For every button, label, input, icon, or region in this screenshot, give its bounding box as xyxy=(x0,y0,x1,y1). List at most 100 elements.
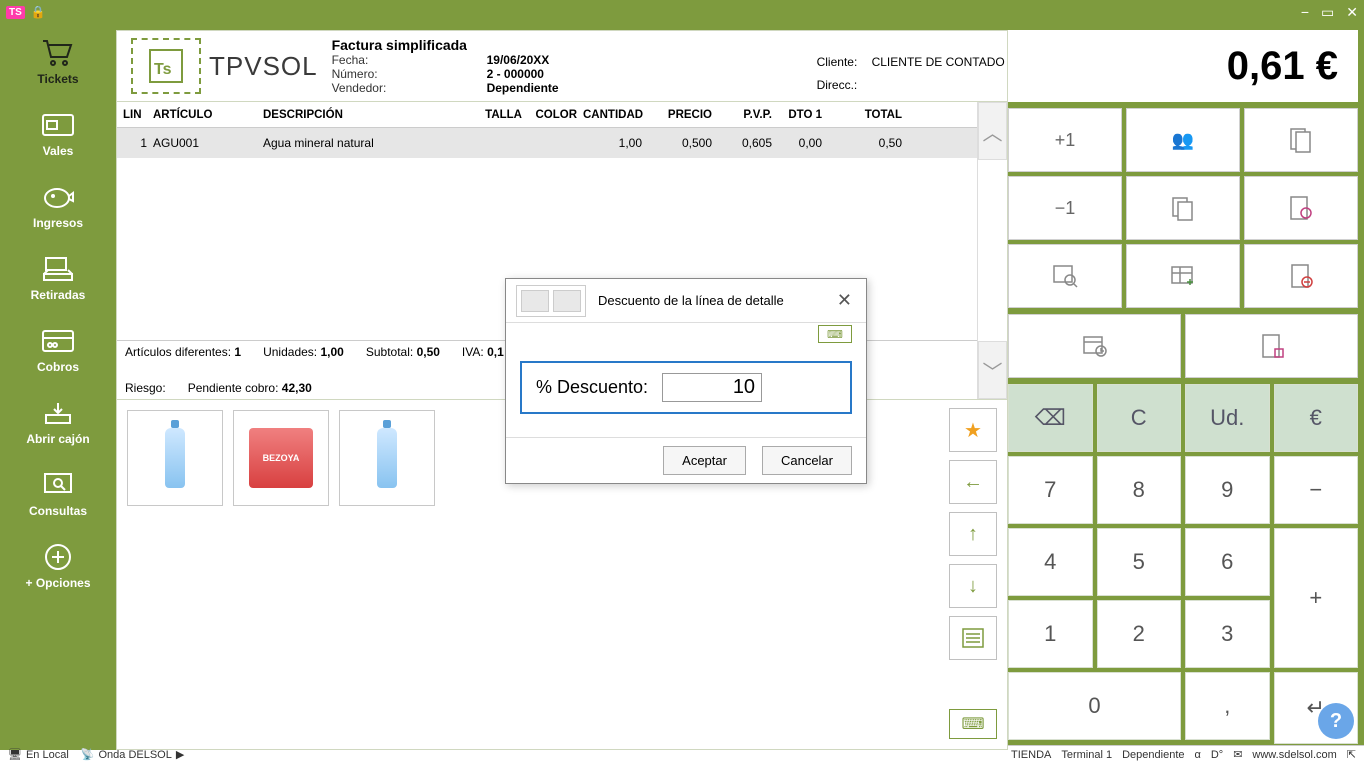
col-articulo: ARTÍCULO xyxy=(153,109,263,121)
total-value: 0,61 € xyxy=(1227,44,1338,89)
drawer-icon xyxy=(40,398,76,428)
modal-close-button[interactable]: ✕ xyxy=(833,290,856,311)
unit-button[interactable]: Ud. xyxy=(1185,384,1270,452)
register-icon xyxy=(40,254,76,284)
status-local: En Local xyxy=(26,749,69,761)
key-0[interactable]: 0 xyxy=(1008,672,1181,740)
key-2[interactable]: 2 xyxy=(1097,600,1182,668)
search-icon xyxy=(40,470,76,500)
arrow-up-button[interactable]: ↑ xyxy=(949,512,997,556)
clear-button[interactable]: C xyxy=(1097,384,1182,452)
sidebar-item-label: Abrir cajón xyxy=(26,432,89,446)
sidebar-item-consultas[interactable]: Consultas xyxy=(0,470,116,518)
key-7[interactable]: 7 xyxy=(1008,456,1093,524)
numero-value: 2 - 000000 xyxy=(487,67,817,81)
sidebar-item-label: Cobros xyxy=(37,360,79,374)
scroll-down-button[interactable]: ﹀ xyxy=(978,341,1007,399)
key-8[interactable]: 8 xyxy=(1097,456,1182,524)
key-1[interactable]: 1 xyxy=(1008,600,1093,668)
list-button[interactable] xyxy=(949,616,997,660)
title-bar: TS 🔒 − ▭ ✕ xyxy=(0,0,1364,24)
receipt-detail-button[interactable] xyxy=(1185,314,1358,378)
receipt-customer-button[interactable] xyxy=(1244,176,1358,240)
external-icon[interactable]: ⇱ xyxy=(1347,748,1356,761)
receipt-cancel-button[interactable] xyxy=(1244,244,1358,308)
discount-input[interactable] xyxy=(662,373,762,402)
numero-label: Número: xyxy=(332,67,378,81)
cell-cantidad: 1,00 xyxy=(583,136,648,150)
product-item[interactable] xyxy=(339,410,435,506)
customers-button[interactable]: 👥 xyxy=(1126,108,1240,172)
backspace-button[interactable]: ⌫ xyxy=(1008,384,1093,452)
key-9[interactable]: 9 xyxy=(1185,456,1270,524)
list-view-icon[interactable] xyxy=(553,290,581,312)
sidebar-item-ingresos[interactable]: Ingresos xyxy=(0,182,116,230)
card-icon xyxy=(40,326,76,356)
table-add-button[interactable] xyxy=(1126,244,1240,308)
minus-one-button[interactable]: −1 xyxy=(1008,176,1122,240)
key-3[interactable]: 3 xyxy=(1185,600,1270,668)
lock-icon: 🔒 xyxy=(31,5,46,19)
col-cantidad: CANTIDAD xyxy=(583,109,648,121)
cart-icon xyxy=(40,38,76,68)
key-4[interactable]: 4 xyxy=(1008,528,1093,596)
iva-value: 0,1 xyxy=(487,345,504,359)
sidebar-item-opciones[interactable]: + Opciones xyxy=(0,542,116,590)
product-item[interactable] xyxy=(127,410,223,506)
monitor-icon: 🖥 xyxy=(8,748,22,761)
keyboard-icon[interactable]: ⌨ xyxy=(818,325,852,343)
key-5[interactable]: 5 xyxy=(1097,528,1182,596)
copy-button[interactable] xyxy=(1126,176,1240,240)
sidebar-item-vales[interactable]: Vales xyxy=(0,110,116,158)
sidebar-item-cobros[interactable]: Cobros xyxy=(0,326,116,374)
sidebar-item-abrir-cajon[interactable]: Abrir cajón xyxy=(0,398,116,446)
iva-label: IVA: xyxy=(462,345,484,359)
key-comma[interactable]: , xyxy=(1185,672,1270,740)
cell-desc: Agua mineral natural xyxy=(263,136,473,150)
unidades-value: 1,00 xyxy=(320,345,343,359)
people-icon: 👥 xyxy=(1172,130,1194,151)
cell-total: 0,50 xyxy=(828,136,908,150)
pendiente-label: Pendiente cobro: xyxy=(188,381,279,395)
product-item[interactable]: BEZOYA xyxy=(233,410,329,506)
arrow-down-button[interactable]: ↓ xyxy=(949,564,997,608)
key-6[interactable]: 6 xyxy=(1185,528,1270,596)
col-talla: TALLA xyxy=(473,109,528,121)
sidebar-item-label: Tickets xyxy=(37,72,78,86)
cancel-button[interactable]: Cancelar xyxy=(762,446,852,475)
close-button[interactable]: ✕ xyxy=(1346,4,1358,21)
maximize-button[interactable]: ▭ xyxy=(1321,4,1334,21)
pendiente-value: 42,30 xyxy=(282,381,312,395)
cell-lin: 1 xyxy=(123,136,153,150)
keyboard-button[interactable]: ⌨ xyxy=(949,709,997,739)
status-onda[interactable]: Onda DELSOL xyxy=(98,749,171,761)
scroll-up-button[interactable]: ︿ xyxy=(978,102,1007,160)
numeric-keypad: ⌫ C Ud. € 7 8 9 − 4 5 6 + 1 2 3 0 , ↵ xyxy=(1008,384,1358,744)
sidebar-item-tickets[interactable]: Tickets xyxy=(0,38,116,86)
accept-button[interactable]: Aceptar xyxy=(663,446,746,475)
sidebar-item-label: Vales xyxy=(43,144,74,158)
arrow-left-button[interactable]: ← xyxy=(949,460,997,504)
piggy-icon xyxy=(40,182,76,212)
key-minus[interactable]: − xyxy=(1274,456,1359,524)
currency-button[interactable]: € xyxy=(1274,384,1359,452)
d-icon[interactable]: D° xyxy=(1211,749,1223,761)
key-plus[interactable]: + xyxy=(1274,528,1359,668)
zoom-button[interactable] xyxy=(1008,244,1122,308)
schedule-button[interactable] xyxy=(1008,314,1181,378)
minimize-button[interactable]: − xyxy=(1301,4,1309,21)
favorite-button[interactable]: ★ xyxy=(949,408,997,452)
alpha-icon[interactable]: α xyxy=(1195,749,1201,761)
plus-one-button[interactable]: +1 xyxy=(1008,108,1122,172)
sidebar-item-retiradas[interactable]: Retiradas xyxy=(0,254,116,302)
image-view-icon[interactable] xyxy=(521,290,549,312)
col-desc: DESCRIPCIÓN xyxy=(263,109,473,121)
receipts-button[interactable] xyxy=(1244,108,1358,172)
help-button[interactable]: ? xyxy=(1318,703,1354,739)
status-url[interactable]: www.sdelsol.com xyxy=(1252,749,1336,761)
table-row[interactable]: 1 AGU001 Agua mineral natural 1,00 0,500… xyxy=(117,128,1007,158)
col-precio: PRECIO xyxy=(648,109,718,121)
mail-icon[interactable]: ✉ xyxy=(1233,748,1242,761)
col-dto: DTO 1 xyxy=(778,109,828,121)
artdif-label: Artículos diferentes: xyxy=(125,345,231,359)
